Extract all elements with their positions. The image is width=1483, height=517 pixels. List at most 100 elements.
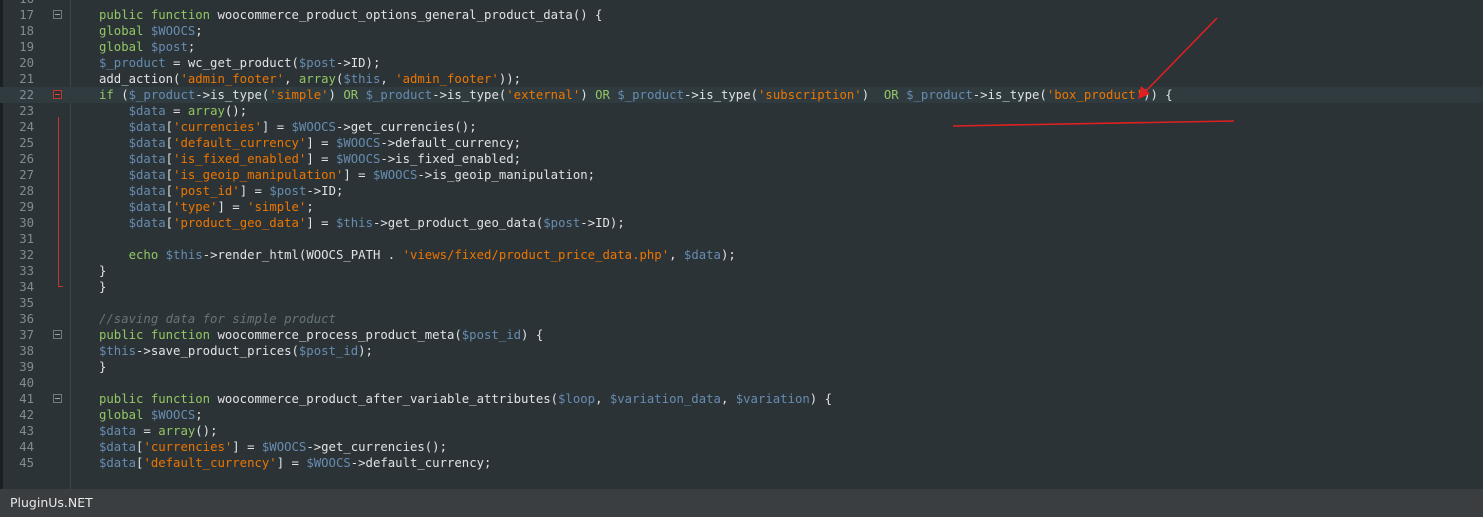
code-token: ] = (306, 152, 336, 166)
code-line[interactable]: 38 $this->save_product_prices($post_id); (0, 343, 1483, 359)
code-line[interactable]: 39} (0, 359, 1483, 375)
code-token: $data (99, 424, 137, 438)
code-line[interactable]: 36 //saving data for simple product (0, 311, 1483, 327)
line-number: 20 (19, 56, 34, 70)
code-line[interactable]: 41 public function woocommerce_product_af… (0, 391, 1483, 407)
line-number: 21 (19, 72, 34, 86)
line-number: 32 (19, 248, 34, 262)
code-line[interactable]: 29 $data['type'] = 'simple'; (0, 199, 1483, 215)
code-token: ->ID; (306, 184, 344, 198)
code-token: OR (595, 88, 618, 102)
code-text: $data = array(); (99, 423, 218, 439)
code-line[interactable]: 22 if ($_product->is_type('simple') OR $_… (0, 87, 1483, 103)
code-line[interactable]: 23 $data = array(); (0, 103, 1483, 119)
code-line[interactable]: 16 (0, 0, 1483, 7)
code-token: $_product (365, 88, 433, 102)
code-text: } (99, 279, 106, 295)
code-token: $WOOCS (335, 152, 381, 166)
code-line[interactable]: 24 $data['currencies'] = $WOOCS->get_cur… (0, 119, 1483, 135)
code-line[interactable]: 42 global $WOOCS; (0, 407, 1483, 423)
code-line[interactable]: 21 add_action('admin_footer', array($this… (0, 71, 1483, 87)
code-token: = (136, 424, 159, 438)
code-line[interactable]: 18 global $WOOCS; (0, 23, 1483, 39)
code-text: $data['currencies'] = $WOOCS->get_curren… (99, 439, 447, 455)
code-token: 'is_geoip_manipulation' (173, 168, 344, 182)
code-token: ->ID); (580, 216, 625, 230)
code-token: 'post_id' (173, 184, 240, 198)
line-number: 43 (19, 424, 34, 438)
code-token: [ (165, 168, 174, 182)
code-token: $_product (128, 88, 196, 102)
code-token: ] = (343, 168, 373, 182)
code-token: $WOOCS (261, 440, 307, 454)
code-token: } (99, 264, 107, 278)
code-token: 'default_currency' (173, 136, 307, 150)
code-line[interactable]: 19 global $post; (0, 39, 1483, 55)
code-text: $data['product_geo_data'] = $this->get_p… (99, 215, 625, 231)
code-token: = wc_get_product( (165, 56, 299, 70)
code-line[interactable]: 37 public function woocommerce_process_pr… (0, 327, 1483, 343)
code-line[interactable]: 40 (0, 375, 1483, 391)
code-token: ] = (261, 120, 292, 134)
line-number: 40 (19, 376, 34, 390)
code-line[interactable]: 32 echo $this->render_html(WOOCS_PATH . … (0, 247, 1483, 263)
code-token: $data (128, 216, 166, 230)
code-token: woocommerce_process_product_meta( (217, 328, 462, 342)
fold-toggle-icon[interactable] (53, 10, 62, 19)
line-number: 16 (0, 0, 34, 7)
code-line[interactable]: 35 (0, 295, 1483, 311)
code-token: $WOOCS (150, 24, 196, 38)
code-line[interactable]: 17 public function woocommerce_product_op… (0, 7, 1483, 23)
code-token: array (298, 72, 336, 86)
code-token: ->is_fixed_enabled; (380, 152, 522, 166)
code-token: $_product (617, 88, 684, 102)
line-number: 33 (19, 264, 34, 278)
code-token: ( (121, 88, 129, 102)
code-token: 'subscription' (758, 88, 862, 102)
code-text: } (99, 359, 106, 375)
code-token: , (284, 72, 299, 86)
code-token: ) (328, 88, 344, 102)
line-number: 42 (19, 408, 34, 422)
code-line[interactable]: 26 $data['is_fixed_enabled'] = $WOOCS->i… (0, 151, 1483, 167)
code-token: add_action( (99, 72, 181, 86)
code-line[interactable]: 45 $data['default_currency'] = $WOOCS->de… (0, 455, 1483, 471)
code-line[interactable]: 31 (0, 231, 1483, 247)
fold-toggle-icon[interactable] (53, 90, 62, 99)
code-token: $WOOCS (372, 168, 418, 182)
code-token: ) { (809, 392, 833, 406)
code-line[interactable]: 25 $data['default_currency'] = $WOOCS->d… (0, 135, 1483, 151)
code-line[interactable]: 28 $data['post_id'] = $post->ID; (0, 183, 1483, 199)
code-token: global (99, 24, 151, 38)
line-number: 17 (19, 8, 34, 22)
line-number: 28 (19, 184, 34, 198)
code-token: ] = (276, 456, 307, 470)
code-token: )); (498, 72, 522, 86)
code-token: , (720, 392, 736, 406)
code-token: ->save_product_prices( (136, 344, 299, 358)
fold-toggle-icon[interactable] (53, 330, 62, 339)
code-token: [ (165, 200, 174, 214)
fold-toggle-icon[interactable] (53, 394, 62, 403)
code-text: $_product = wc_get_product($post->ID); (99, 55, 380, 71)
code-token: ; (306, 200, 314, 214)
code-token: 'views/fixed/product_price_data.php' (402, 248, 670, 262)
code-line[interactable]: 30 $data['product_geo_data'] = $this->ge… (0, 215, 1483, 231)
code-editor[interactable]: 1617 public function woocommerce_product_… (0, 0, 1483, 489)
code-token: $data (128, 120, 166, 134)
line-number: 27 (19, 168, 34, 182)
line-number: 36 (19, 312, 34, 326)
code-line[interactable]: 27 $data['is_geoip_manipulation'] = $WOO… (0, 167, 1483, 183)
code-line[interactable]: 20 $_product = wc_get_product($post->ID); (0, 55, 1483, 71)
code-line[interactable]: 34} (0, 279, 1483, 295)
code-token: ] = (239, 184, 270, 198)
code-line[interactable]: 44 $data['currencies'] = $WOOCS->get_curr… (0, 439, 1483, 455)
code-line[interactable]: 43 $data = array(); (0, 423, 1483, 439)
code-token: ->is_type( (683, 88, 759, 102)
status-bar-label: PluginUs.NET (10, 495, 93, 510)
code-line[interactable]: 33} (0, 263, 1483, 279)
